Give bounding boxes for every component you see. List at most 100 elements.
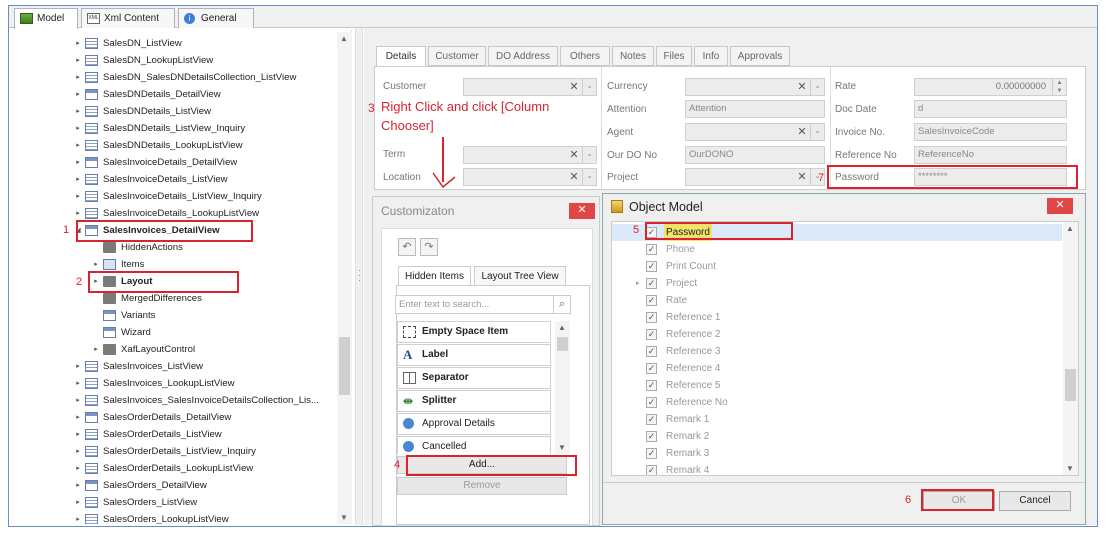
- tree-item[interactable]: ▸ SalesInvoices_ListView: [74, 358, 338, 375]
- expand-arrow-icon[interactable]: ▸: [92, 341, 100, 358]
- tree-item[interactable]: ▸ SalesOrderDetails_LookupListView: [74, 460, 338, 477]
- object-model-row[interactable]: ✓ Reference 1: [612, 309, 1062, 326]
- object-model-row[interactable]: ✓ Reference 4: [612, 360, 1062, 377]
- expand-arrow-icon[interactable]: ▸: [74, 511, 82, 524]
- attention-field[interactable]: Attention: [685, 100, 825, 118]
- expand-arrow-icon[interactable]: ▸: [74, 35, 82, 52]
- our-do-field[interactable]: OurDONO: [685, 146, 825, 164]
- hidden-item[interactable]: Separator: [397, 367, 551, 389]
- checkbox[interactable]: ✓: [646, 414, 657, 425]
- chevron-down-icon[interactable]: ⌄: [582, 79, 596, 95]
- tree-item[interactable]: ▸ SalesInvoices_SalesInvoiceDetailsCollec…: [74, 392, 338, 409]
- expand-arrow-icon[interactable]: ▸: [74, 137, 82, 154]
- object-model-row[interactable]: ✓ Reference 3: [612, 343, 1062, 360]
- tree-item[interactable]: ▸ SalesInvoiceDetails_ListView_Inquiry: [74, 188, 338, 205]
- expand-arrow-icon[interactable]: ▸: [636, 275, 640, 292]
- object-model-row[interactable]: ✓ Reference 5: [612, 377, 1062, 394]
- expand-arrow-icon[interactable]: ▸: [74, 460, 82, 477]
- tab-hidden-items[interactable]: Hidden Items: [398, 266, 471, 286]
- checkbox[interactable]: ✓: [646, 261, 657, 272]
- hidden-item[interactable]: ⇹ Splitter: [397, 390, 551, 412]
- object-model-row[interactable]: ✓ Phone: [612, 241, 1062, 258]
- tab-others[interactable]: Others: [560, 46, 610, 66]
- expand-arrow-icon[interactable]: ▸: [74, 52, 82, 69]
- object-model-row[interactable]: ✓ Remark 4: [612, 462, 1062, 475]
- tree-scrollbar[interactable]: ▲ ▼: [337, 32, 352, 524]
- project-field[interactable]: ✕ ⌄: [685, 168, 825, 186]
- expand-arrow-icon[interactable]: ▸: [74, 409, 82, 426]
- remove-button[interactable]: Remove: [397, 477, 567, 495]
- search-icon[interactable]: ⌕: [553, 296, 570, 313]
- tree-item[interactable]: ▸ SalesDNDetails_ListView_Inquiry: [74, 120, 338, 137]
- expand-arrow-icon[interactable]: ▸: [74, 120, 82, 137]
- customer-field[interactable]: ✕ ⌄: [463, 78, 597, 96]
- tree-item[interactable]: ▸ SalesDNDetails_ListView: [74, 103, 338, 120]
- tab-customer[interactable]: Customer: [428, 46, 486, 66]
- close-icon[interactable]: ✕: [569, 203, 595, 219]
- agent-field[interactable]: ✕ ⌄: [685, 123, 825, 141]
- tree-item[interactable]: ▸ SalesOrders_ListView: [74, 494, 338, 511]
- expand-arrow-icon[interactable]: ▸: [74, 392, 82, 409]
- tab-approvals[interactable]: Approvals: [730, 46, 790, 66]
- cancel-button[interactable]: Cancel: [999, 491, 1071, 511]
- tab-notes[interactable]: Notes: [612, 46, 654, 66]
- expand-arrow-icon[interactable]: ▸: [74, 103, 82, 120]
- rate-field[interactable]: 0.00000000 ▲ ▼: [914, 78, 1067, 96]
- close-icon[interactable]: ✕: [1047, 198, 1073, 214]
- expand-arrow-icon[interactable]: ▸: [74, 358, 82, 375]
- currency-field[interactable]: ✕ ⌄: [685, 78, 825, 96]
- tree-item[interactable]: Variants: [92, 307, 338, 324]
- tree-item[interactable]: ▸ XafLayoutControl: [92, 341, 338, 358]
- checkbox[interactable]: ✓: [646, 465, 657, 475]
- checkbox[interactable]: ✓: [646, 363, 657, 374]
- tree-item[interactable]: ▸ SalesInvoiceDetails_ListView: [74, 171, 338, 188]
- redo-icon[interactable]: ↷: [420, 238, 438, 256]
- checkbox[interactable]: ✓: [646, 431, 657, 442]
- expand-arrow-icon[interactable]: ▸: [74, 171, 82, 188]
- hidden-item[interactable]: Cancelled: [397, 436, 551, 454]
- tree-item[interactable]: Wizard: [92, 324, 338, 341]
- location-field[interactable]: ✕ ⌄: [463, 168, 597, 186]
- tree-item[interactable]: ▸ SalesInvoices_LookupListView: [74, 375, 338, 392]
- hidden-item[interactable]: Approval Details: [397, 413, 551, 435]
- tree-item[interactable]: ▸ SalesDN_LookupListView: [74, 52, 338, 69]
- object-model-row[interactable]: ✓ Rate: [612, 292, 1062, 309]
- spin-icon[interactable]: ▲ ▼: [1052, 79, 1066, 95]
- object-model-row[interactable]: ✓ Reference No: [612, 394, 1062, 411]
- reference-no-field[interactable]: ReferenceNo: [914, 146, 1067, 164]
- tree-item[interactable]: ▸ SalesOrderDetails_DetailView: [74, 409, 338, 426]
- tab-layout-tree-view[interactable]: Layout Tree View: [474, 266, 566, 286]
- expand-arrow-icon[interactable]: ▸: [74, 375, 82, 392]
- tree-item[interactable]: ▸ SalesDN_ListView: [74, 35, 338, 52]
- object-model-row[interactable]: ▸ ✓ Project: [612, 275, 1062, 292]
- checkbox[interactable]: ✓: [646, 312, 657, 323]
- expand-arrow-icon[interactable]: ▸: [74, 443, 82, 460]
- undo-icon[interactable]: ↶: [398, 238, 416, 256]
- term-field[interactable]: ✕ ⌄: [463, 146, 597, 164]
- tab-info[interactable]: Info: [694, 46, 728, 66]
- checkbox[interactable]: ✓: [646, 346, 657, 357]
- object-model-row[interactable]: ✓ Print Count: [612, 258, 1062, 275]
- expand-arrow-icon[interactable]: ▸: [74, 426, 82, 443]
- checkbox[interactable]: ✓: [646, 295, 657, 306]
- hidden-item[interactable]: Empty Space Item: [397, 321, 551, 343]
- chevron-down-icon[interactable]: ⌄: [582, 147, 596, 163]
- checkbox[interactable]: ✓: [646, 278, 657, 289]
- checkbox[interactable]: ✓: [646, 244, 657, 255]
- chevron-down-icon[interactable]: ⌄: [582, 169, 596, 185]
- tab-details[interactable]: Details: [376, 46, 426, 67]
- invoice-no-field[interactable]: SalesInvoiceCode: [914, 123, 1067, 141]
- clear-icon[interactable]: ✕: [568, 79, 580, 95]
- tab-xml-content[interactable]: XML Xml Content: [81, 8, 175, 28]
- tab-general[interactable]: i General: [178, 8, 254, 28]
- panel-splitter[interactable]: · · ·: [355, 28, 363, 525]
- doc-date-field[interactable]: d: [914, 100, 1067, 118]
- clear-icon[interactable]: ✕: [796, 169, 808, 185]
- expand-arrow-icon[interactable]: ▸: [74, 69, 82, 86]
- object-model-row[interactable]: ✓ Reference 2: [612, 326, 1062, 343]
- tree-item[interactable]: ▸ SalesDNDetails_LookupListView: [74, 137, 338, 154]
- search-input[interactable]: Enter text to search... ⌕: [395, 295, 571, 314]
- expand-arrow-icon[interactable]: ▸: [74, 477, 82, 494]
- expand-arrow-icon[interactable]: ▸: [74, 494, 82, 511]
- tree-item[interactable]: ▸ SalesOrders_LookupListView: [74, 511, 338, 524]
